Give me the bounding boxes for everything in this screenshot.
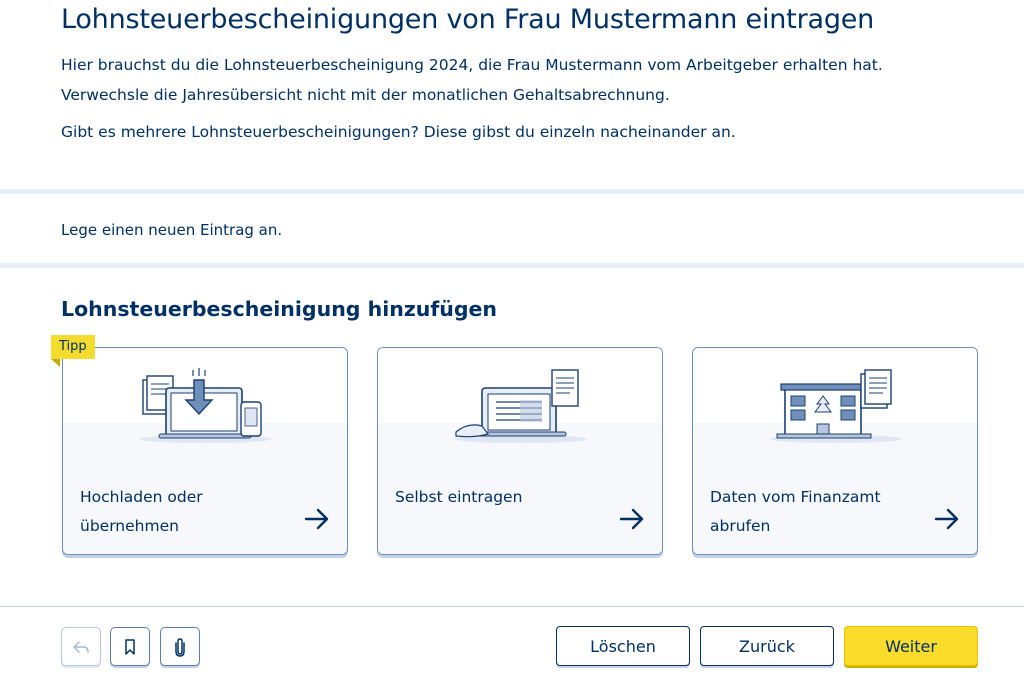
attachment-button[interactable]	[160, 627, 200, 666]
paperclip-icon	[175, 637, 185, 657]
section-divider	[0, 189, 1024, 194]
next-button[interactable]: Weiter	[844, 626, 978, 666]
new-entry-hint: Lege einen neuen Eintrag an.	[61, 221, 283, 239]
tip-badge-fold	[51, 359, 60, 367]
option-card-label: abrufen	[710, 517, 771, 535]
option-card-label: Hochladen oder	[80, 488, 203, 506]
intro-text-line-3: Gibt es mehrere Lohnsteuerbescheinigunge…	[61, 123, 736, 141]
intro-text-line-2: Verwechsle die Jahresübersicht nicht mit…	[61, 86, 670, 104]
delete-button[interactable]: Löschen	[556, 626, 690, 666]
option-card-label: Selbst eintragen	[395, 488, 523, 506]
option-card-tax-office[interactable]: Daten vom Finanzamt abrufen	[692, 347, 978, 555]
bookmark-button[interactable]	[110, 627, 150, 666]
bookmark-icon	[125, 638, 135, 655]
tax-office-illustration	[770, 369, 902, 443]
intro-text-line-1: Hier brauchst du die Lohnsteuerbescheini…	[61, 56, 883, 74]
option-card-label: übernehmen	[80, 517, 179, 535]
add-certificate-heading: Lohnsteuerbescheinigung hinzufügen	[61, 297, 498, 321]
section-divider	[0, 263, 1024, 268]
option-card-manual-entry[interactable]: Selbst eintragen	[377, 347, 663, 555]
tip-badge: Tipp	[51, 335, 95, 359]
option-card-label: Daten vom Finanzamt	[710, 488, 881, 506]
back-button[interactable]: Zurück	[700, 626, 834, 666]
upload-devices-illustration	[140, 368, 272, 443]
arrow-right-icon	[619, 508, 644, 530]
option-card-upload[interactable]: Hochladen oder übernehmen	[62, 347, 348, 555]
page-title: Lohnsteuerbescheinigungen von Frau Muste…	[61, 4, 875, 35]
arrow-right-icon	[934, 508, 959, 530]
footer-divider	[0, 606, 1024, 607]
arrow-right-icon	[304, 508, 329, 530]
undo-icon	[73, 640, 89, 653]
manual-entry-illustration	[455, 369, 587, 443]
undo-button[interactable]	[61, 627, 101, 666]
